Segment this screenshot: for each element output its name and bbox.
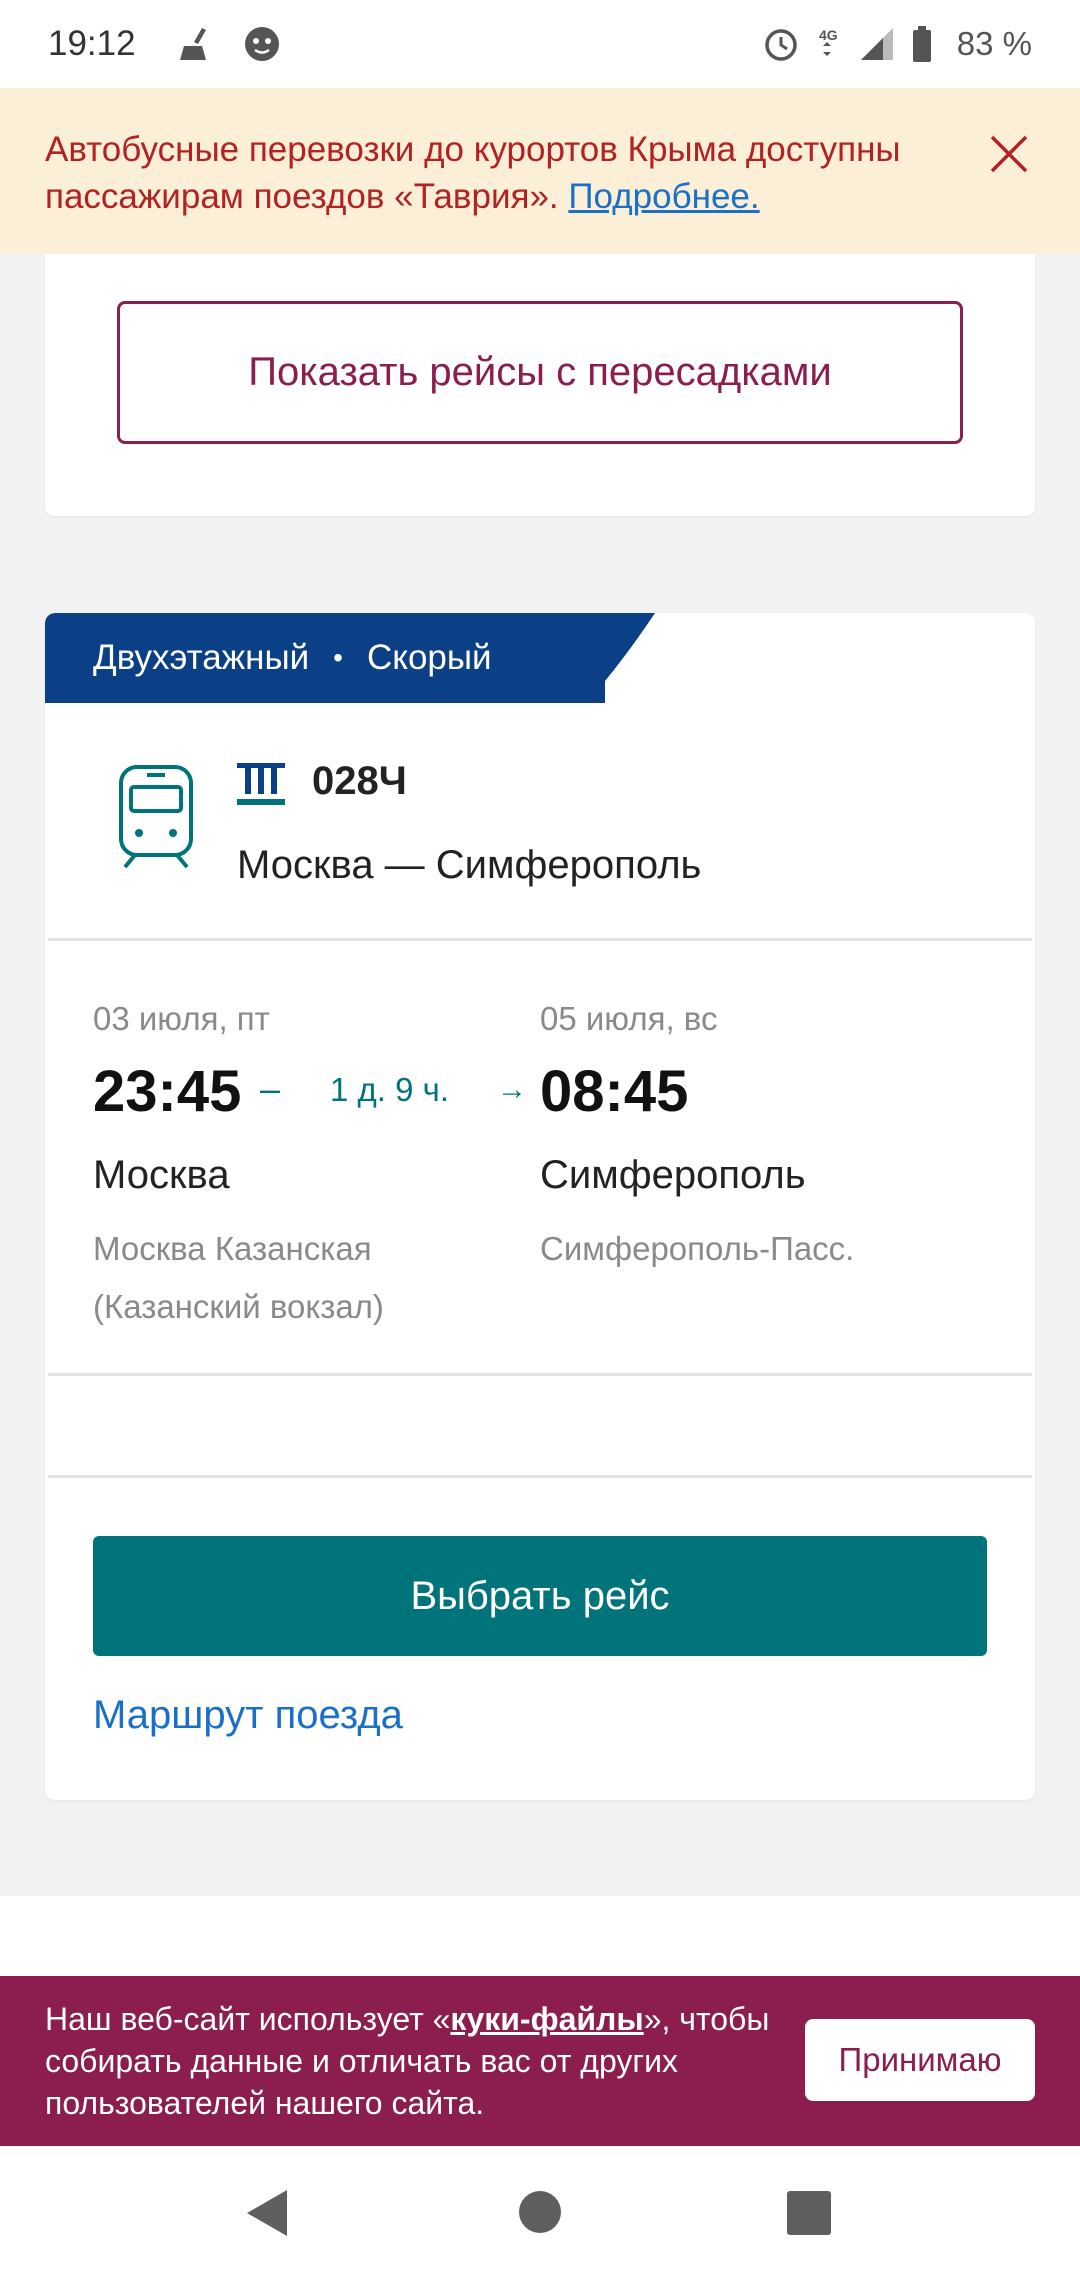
cookie-text-start: Наш веб-сайт использует « (45, 2001, 451, 2037)
train-card: Двухэтажный • Скорый 028Ч Москва — Симфе… (45, 613, 1035, 1800)
system-nav-bar (0, 2146, 1080, 2280)
signal-icon (860, 28, 893, 60)
tag-type: Двухэтажный (93, 638, 310, 677)
battery-icon (912, 26, 931, 62)
train-route: Москва — Симферополь (237, 843, 702, 887)
close-icon[interactable] (988, 133, 1030, 175)
divider (48, 1373, 1032, 1376)
back-icon[interactable] (245, 2188, 291, 2238)
departure-city: Москва (93, 1153, 230, 1197)
rzd-brand-icon (237, 763, 285, 805)
page-footer-area (0, 1896, 1080, 1976)
shield-icon (244, 27, 279, 61)
transfers-card: Показать рейсы с пересадками (45, 254, 1035, 516)
train-route-link[interactable]: Маршрут поезда (93, 1693, 403, 1738)
departure-station: Москва Казанская (Казанский вокзал) (93, 1230, 384, 1325)
cookie-files-link[interactable]: куки-файлы (450, 2001, 643, 2037)
crimea-bus-notice: Автобусные перевозки до курортов Крыма д… (0, 88, 1080, 254)
select-trip-button[interactable]: Выбрать рейс (93, 1536, 987, 1656)
departure-time: 23:45 (93, 1059, 242, 1124)
svg-text:4G: 4G (819, 27, 838, 43)
tag-separator: • (333, 642, 343, 673)
recent-apps-icon[interactable] (786, 2190, 832, 2236)
show-transfers-button[interactable]: Показать рейсы с пересадками (117, 301, 963, 444)
cookie-banner: Наш веб-сайт использует «куки-файлы», чт… (0, 1976, 1080, 2146)
departure-date: 03 июля, пт (93, 1000, 270, 1037)
arrival-city: Симферополь (540, 1153, 806, 1197)
train-number: 028Ч (312, 759, 407, 803)
train-category-tag: Двухэтажный • Скорый (45, 613, 605, 703)
alarm-icon (765, 29, 797, 61)
divider (48, 938, 1032, 941)
travel-duration: 1 д. 9 ч. (330, 1071, 449, 1108)
cookie-text: Наш веб-сайт использует «куки-файлы», чт… (45, 1998, 795, 2124)
tag-corner (565, 613, 655, 703)
notice-text: Автобусные перевозки до курортов Крыма д… (45, 130, 901, 216)
network-4g-icon: 4G (819, 27, 838, 56)
status-time: 19:12 (48, 24, 136, 63)
broom-icon (179, 28, 206, 60)
arrow-right-icon: → (497, 1073, 527, 1106)
divider (48, 1475, 1032, 1478)
home-icon[interactable] (518, 2190, 562, 2234)
status-bar: 19:12 4G 83 % (0, 0, 1080, 88)
arrival-station: Симферополь-Пасс. (540, 1230, 855, 1267)
notice-more-link[interactable]: Подробнее. (568, 177, 759, 216)
train-icon (119, 765, 193, 869)
battery-percent: 83 % (956, 25, 1032, 62)
arrival-time: 08:45 (540, 1059, 689, 1124)
time-dash: – (260, 1068, 281, 1109)
accept-cookies-button[interactable]: Принимаю (805, 2019, 1035, 2101)
arrival-date: 05 июля, вс (540, 1000, 718, 1037)
tag-speed: Скорый (366, 638, 492, 677)
